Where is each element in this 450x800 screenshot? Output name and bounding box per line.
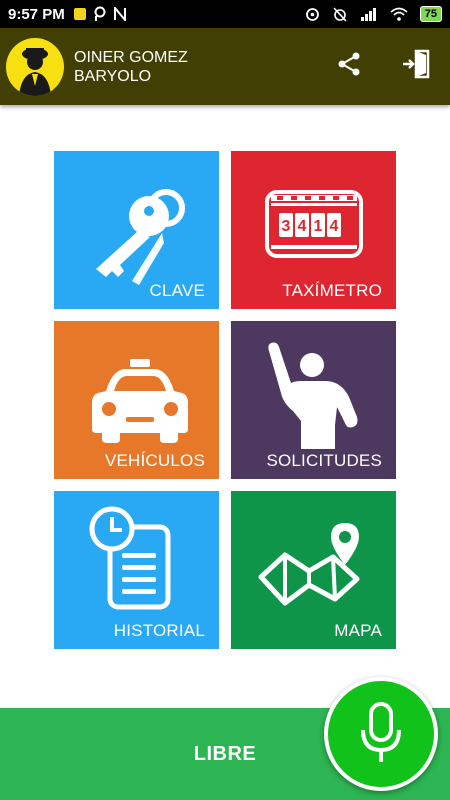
menu-grid: CLAVE 3414 TAXÍMETRO VEHÍCULOS SOLICITUD… <box>54 151 396 649</box>
driver-name: OINER GOMEZ BARYOLO <box>74 48 188 85</box>
signal-icon <box>360 7 378 21</box>
tile-mapa[interactable]: MAPA <box>231 491 396 649</box>
status-time: 9:57 PM <box>8 5 65 23</box>
app-header: OINER GOMEZ BARYOLO <box>0 28 450 105</box>
share-icon[interactable] <box>336 51 362 82</box>
tile-label: HISTORIAL <box>113 621 205 640</box>
tile-label: VEHÍCULOS <box>104 451 205 470</box>
tile-solicitudes[interactable]: SOLICITUDES <box>231 321 396 479</box>
tile-label: TAXÍMETRO <box>282 281 382 300</box>
availability-status: LIBRE <box>193 742 257 765</box>
status-bar: 9:57 PM 75 <box>0 0 450 28</box>
tile-label: MAPA <box>334 621 382 640</box>
battery-indicator: 75 <box>419 6 442 22</box>
wifi-icon <box>390 7 408 21</box>
alarm-off-icon <box>332 6 348 22</box>
logout-door-icon[interactable] <box>402 49 430 84</box>
svg-text:1: 1 <box>314 218 323 235</box>
notification-icon <box>73 7 87 21</box>
avatar[interactable] <box>6 37 64 96</box>
p-app-icon <box>93 6 107 22</box>
svg-text:4: 4 <box>330 218 339 235</box>
tile-taximetro[interactable]: 3414 TAXÍMETRO <box>231 151 396 309</box>
microphone-icon <box>361 702 401 762</box>
svg-text:3: 3 <box>282 218 291 235</box>
sync-icon <box>305 7 320 22</box>
n-app-icon <box>113 7 127 21</box>
svg-text:4: 4 <box>298 218 307 235</box>
tile-label: SOLICITUDES <box>266 451 382 470</box>
tile-clave[interactable]: CLAVE <box>54 151 219 309</box>
microphone-button[interactable] <box>324 677 438 791</box>
tile-historial[interactable]: HISTORIAL <box>54 491 219 649</box>
tile-label: CLAVE <box>149 281 205 300</box>
tile-vehiculos[interactable]: VEHÍCULOS <box>54 321 219 479</box>
